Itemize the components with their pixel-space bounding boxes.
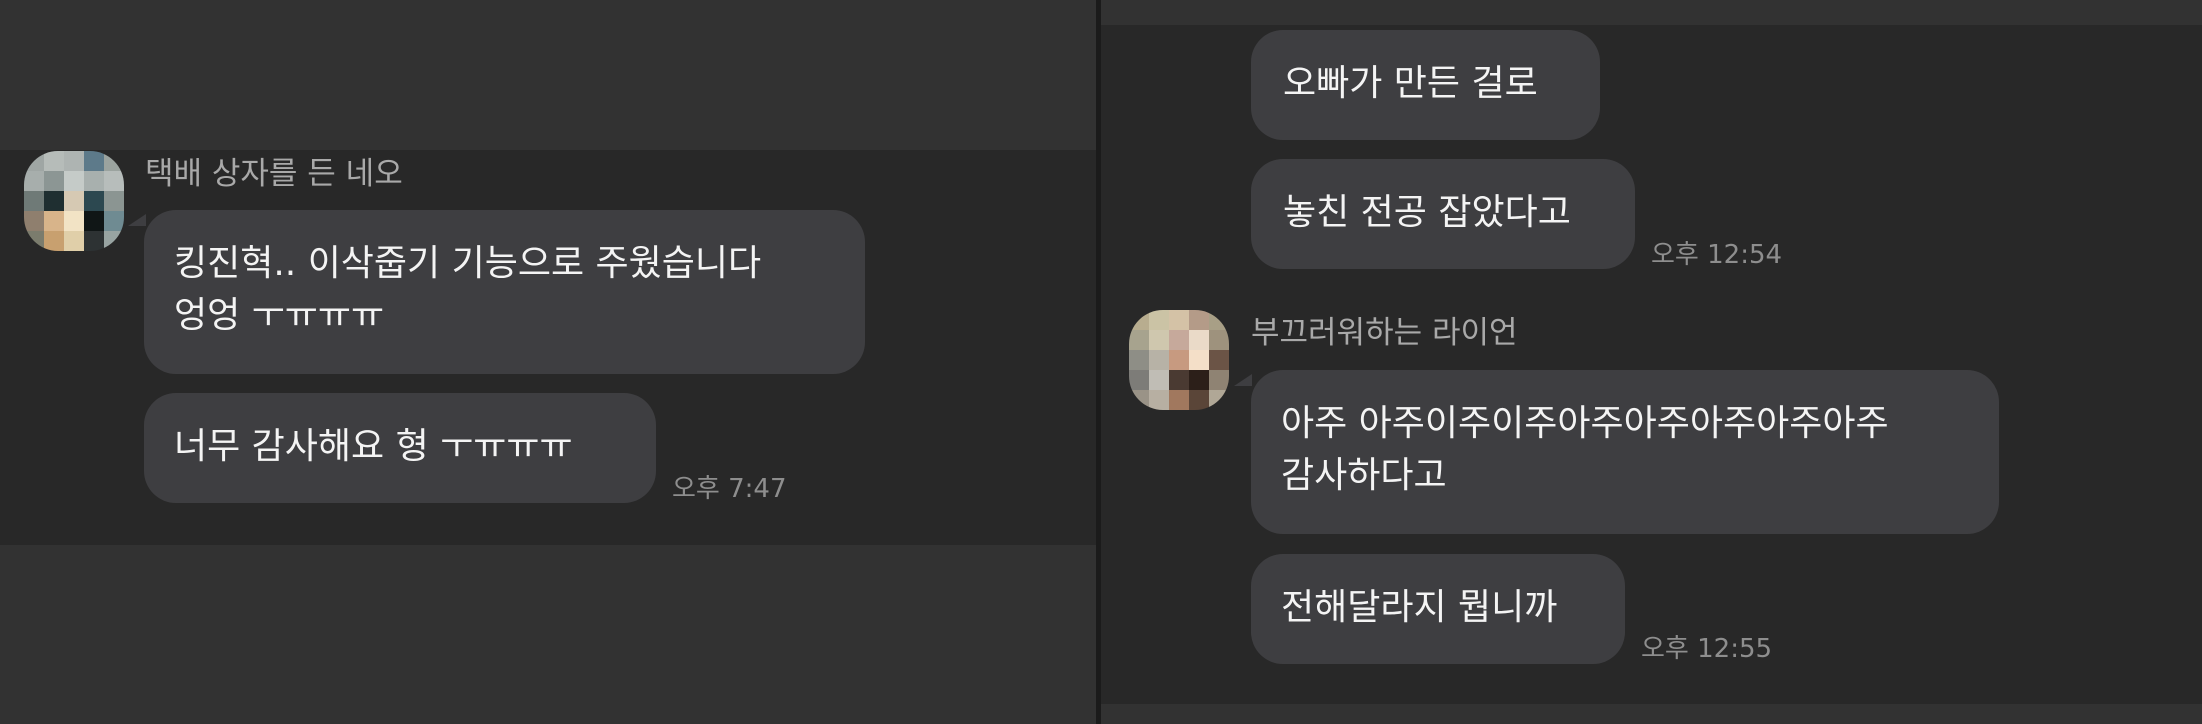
message-text: 감사하다고 bbox=[1281, 455, 1447, 496]
message-bubble[interactable]: 오빠가 만든 걸로 bbox=[1251, 30, 1600, 140]
message-text: 너무 감사해요 형 ㅜㅠㅠㅠ bbox=[174, 426, 573, 467]
left-chat-panel: 택배 상자를 든 네오 킹진혁.. 이삭줍기 기능으로 주웠습니다 엉엉 ㅜㅠㅠ… bbox=[0, 0, 1096, 724]
message-bubble[interactable]: 킹진혁.. 이삭줍기 기능으로 주웠습니다 엉엉 ㅜㅠㅠㅠ bbox=[144, 210, 865, 374]
message-text: 놓친 전공 잡았다고 bbox=[1283, 192, 1571, 233]
message-bubble[interactable]: 아주 아주이주이주아주아주아주아주아주 감사하다고 bbox=[1251, 370, 1999, 534]
message-text: 아주 아주이주이주아주아주아주아주아주 bbox=[1281, 403, 1889, 444]
bubble-tail bbox=[1234, 374, 1252, 386]
message-text: 엉엉 ㅜㅠㅠㅠ bbox=[174, 295, 385, 336]
message-bubble[interactable]: 전해달라지 뭡니까 bbox=[1251, 554, 1625, 664]
bubble-tail bbox=[128, 214, 146, 226]
message-bubble[interactable]: 너무 감사해요 형 ㅜㅠㅠㅠ bbox=[144, 393, 656, 503]
sender-avatar[interactable] bbox=[24, 151, 124, 251]
message-text: 전해달라지 뭡니까 bbox=[1281, 587, 1558, 628]
message-text: 오빠가 만든 걸로 bbox=[1283, 63, 1538, 104]
sender-name: 부끄러워하는 라이언 bbox=[1251, 315, 1518, 351]
sender-name: 택배 상자를 든 네오 bbox=[145, 156, 403, 192]
message-time: 오후 12:55 bbox=[1641, 634, 1773, 664]
sender-avatar[interactable] bbox=[1129, 310, 1229, 410]
message-bubble[interactable]: 놓친 전공 잡았다고 bbox=[1251, 159, 1635, 269]
right-chat-panel: 오빠가 만든 걸로 놓친 전공 잡았다고 오후 12:54 부끄러워하는 라이언… bbox=[1101, 0, 2202, 724]
message-time: 오후 12:54 bbox=[1651, 240, 1783, 270]
message-time: 오후 7:47 bbox=[672, 474, 787, 504]
message-text: 킹진혁.. 이삭줍기 기능으로 주웠습니다 bbox=[174, 243, 762, 284]
